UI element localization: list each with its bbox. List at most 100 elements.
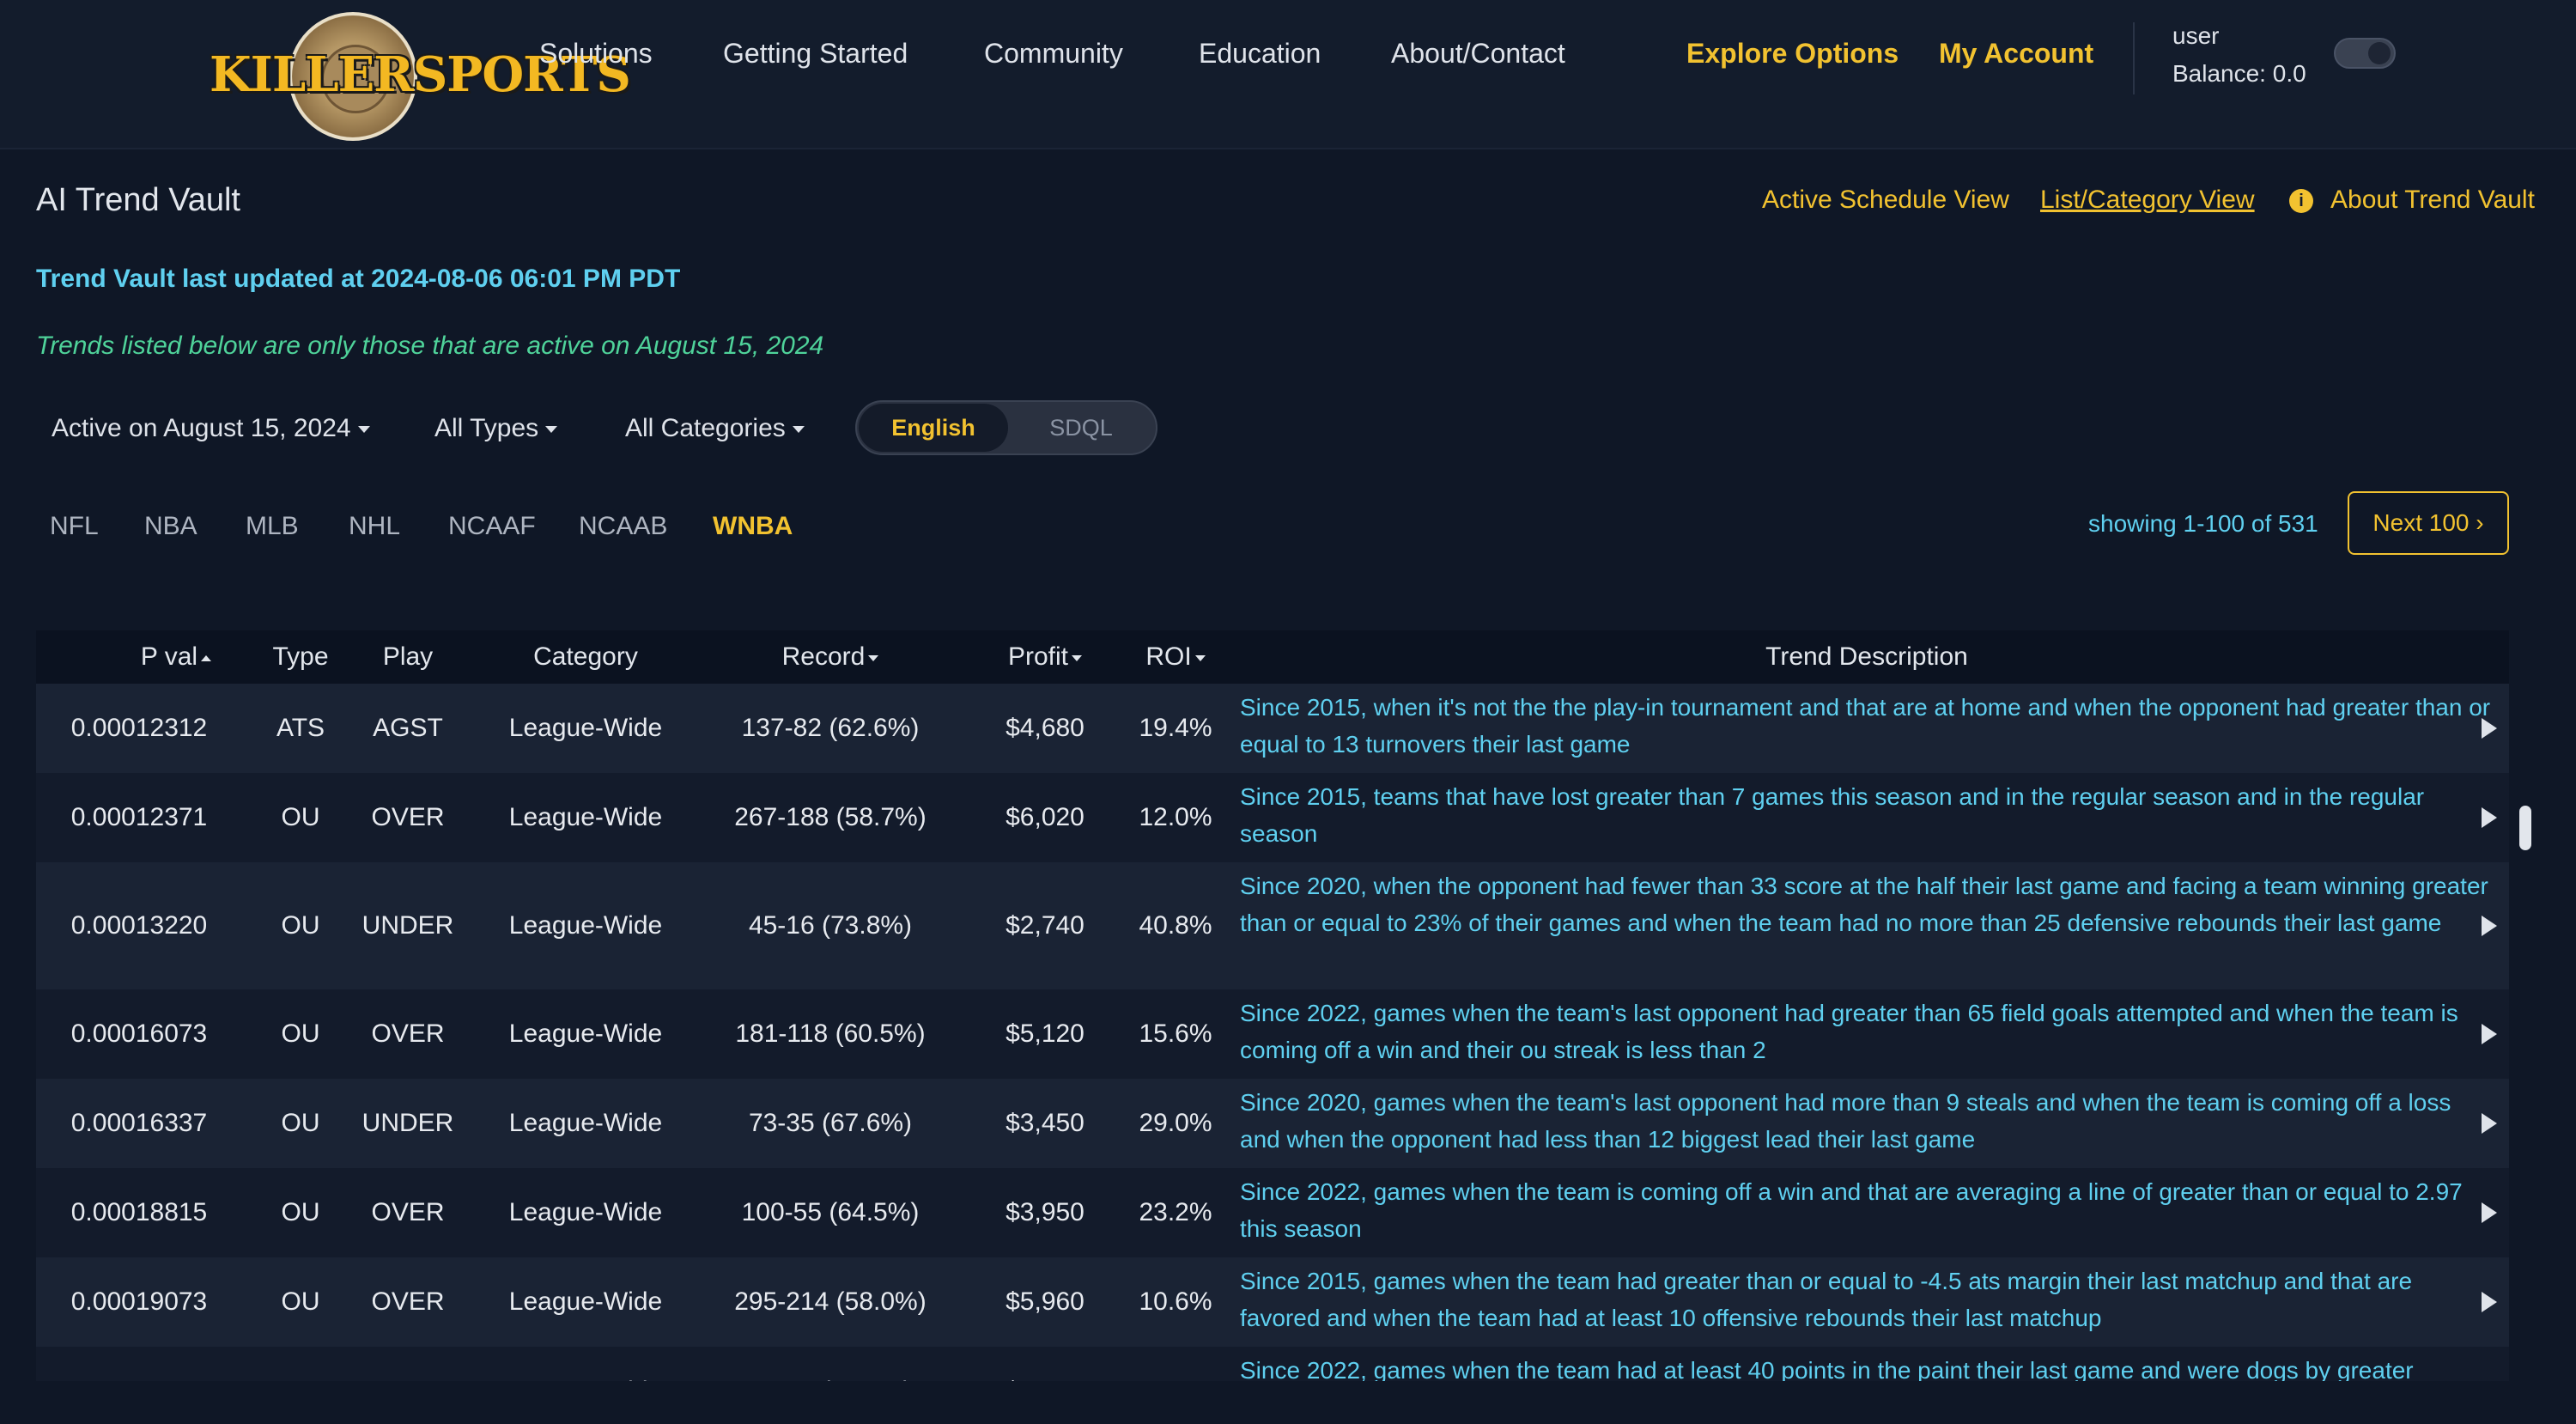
table-row[interactable]: 0.00016337 OU UNDER League-Wide 73-35 (67.6%… — [36, 1079, 2509, 1168]
cell-record: 295-214 (58.0%) — [734, 1287, 927, 1316]
col-roi[interactable]: ROI — [1120, 642, 1231, 672]
cell-description[interactable]: Since 2015, teams that have lost greater… — [1240, 778, 2494, 852]
cell-description[interactable]: Since 2022, games when the team had at l… — [1240, 1352, 2494, 1381]
cell-profit: $6,020 — [1005, 803, 1084, 831]
cell-play: AGST — [373, 714, 443, 742]
cell-category: League-Wide — [508, 803, 663, 831]
pagination-status: showing 1-100 of 531 — [2088, 510, 2318, 537]
col-pval[interactable]: P val — [86, 642, 266, 672]
page-title: AI Trend Vault — [36, 182, 240, 218]
cell-description[interactable]: Since 2022, games when the team is comin… — [1240, 1173, 2494, 1247]
nav-about-contact[interactable]: About/Contact — [1391, 38, 1565, 70]
sort-asc-icon — [201, 654, 212, 661]
table-row[interactable]: 0.00013220 OU UNDER League-Wide 45-16 (73.8%… — [36, 862, 2509, 989]
cell-record: 181-118 (60.5%) — [735, 1019, 926, 1048]
expand-arrow-icon[interactable] — [2482, 1113, 2497, 1134]
theme-toggle[interactable] — [2334, 38, 2396, 69]
next-page-button[interactable]: Next 100 › — [2348, 491, 2509, 555]
cell-roi: 19.4% — [1139, 714, 1212, 742]
top-navbar: KILLERSPORTS Solutions Getting Started C… — [0, 0, 2576, 149]
table-row[interactable]: 0.00012312 ATS AGST League-Wide 137-82 (62.6… — [36, 684, 2509, 773]
cell-profit: $3,450 — [1005, 1109, 1084, 1137]
cell-roi: 34.9% — [1120, 1377, 1231, 1381]
cell-profit: $5,120 — [1005, 1019, 1084, 1048]
nav-my-account[interactable]: My Account — [1939, 38, 2093, 70]
chevron-down-icon — [545, 426, 558, 434]
categories-dropdown-label: All Categories — [625, 414, 786, 442]
nav-community[interactable]: Community — [984, 38, 1123, 70]
cell-profit: $2,740 — [1005, 911, 1084, 940]
cell-type: OU — [281, 1109, 320, 1137]
cell-type: OU — [281, 1019, 320, 1048]
cell-description[interactable]: Since 2015, when it's not the the play-i… — [1240, 689, 2494, 763]
table-row[interactable]: 0.00016073 OU OVER League-Wide 181-118 (60.5… — [36, 989, 2509, 1079]
cell-record: 73-35 (67.6%) — [748, 1109, 913, 1137]
types-dropdown-label: All Types — [434, 414, 539, 442]
cell-category: League-Wide — [508, 1019, 663, 1048]
cell-category: League-Wide — [508, 1109, 663, 1137]
nav-getting-started[interactable]: Getting Started — [723, 38, 908, 70]
last-updated-text: Trend Vault last updated at 2024-08-06 0… — [36, 265, 681, 293]
cell-description[interactable]: Since 2015, games when the team had grea… — [1240, 1263, 2494, 1336]
date-dropdown[interactable]: Active on August 15, 2024 — [52, 414, 370, 443]
tab-ncaaf[interactable]: NCAAF — [448, 512, 536, 541]
cell-pval: 0.00012371 — [70, 803, 208, 831]
col-type: Type — [272, 642, 329, 671]
cell-roi: 29.0% — [1139, 1109, 1212, 1137]
cell-play: OVER — [371, 803, 445, 831]
cell-roi: 23.2% — [1139, 1198, 1212, 1226]
info-icon: i — [2289, 189, 2313, 213]
tab-wnba[interactable]: WNBA — [713, 512, 793, 541]
nav-divider — [2133, 22, 2135, 94]
cell-profit: $2,880 — [981, 1377, 1109, 1381]
table-row[interactable]: 0.00022483 ATSON League-Wide 53-22 (70.7%) $… — [36, 1347, 2509, 1381]
cell-profit: $5,960 — [1005, 1287, 1084, 1316]
col-profit[interactable]: Profit — [981, 642, 1109, 672]
chevron-down-icon — [357, 426, 370, 434]
expand-arrow-icon[interactable] — [2482, 1292, 2497, 1312]
cell-description[interactable]: Since 2020, games when the team's last o… — [1240, 1084, 2494, 1158]
table-row[interactable]: 0.00018815 OU OVER League-Wide 100-55 (64.5%… — [36, 1168, 2509, 1257]
cell-category: League-Wide — [508, 714, 663, 742]
active-schedule-view-link[interactable]: Active Schedule View — [1762, 186, 2009, 215]
expand-arrow-icon[interactable] — [2482, 1024, 2497, 1044]
expand-arrow-icon[interactable] — [2482, 1202, 2497, 1223]
language-sdql-option[interactable]: SDQL — [1008, 404, 1154, 452]
cell-roi: 15.6% — [1139, 1019, 1212, 1048]
tab-nba[interactable]: NBA — [144, 512, 197, 541]
about-trend-vault-link[interactable]: About Trend Vault — [2330, 186, 2535, 215]
cell-roi: 40.8% — [1139, 911, 1212, 940]
cell-description[interactable]: Since 2020, when the opponent had fewer … — [1240, 867, 2494, 941]
nav-education[interactable]: Education — [1199, 38, 1321, 70]
killersports-logo[interactable]: KILLERSPORTS — [210, 12, 631, 141]
nav-solutions[interactable]: Solutions — [539, 38, 653, 70]
col-play: Play — [382, 642, 434, 671]
tab-ncaab[interactable]: NCAAB — [579, 512, 667, 541]
tab-nfl[interactable]: NFL — [50, 512, 99, 541]
cell-play: OVER — [371, 1198, 445, 1226]
tab-mlb[interactable]: MLB — [246, 512, 299, 541]
col-roi-label: ROI — [1145, 642, 1192, 671]
user-balance: Balance: 0.0 — [2172, 60, 2306, 87]
cell-type: OU — [281, 803, 320, 831]
cell-roi: 10.6% — [1139, 1287, 1212, 1316]
categories-dropdown[interactable]: All Categories — [625, 414, 805, 443]
expand-arrow-icon[interactable] — [2482, 807, 2497, 828]
cell-record: 45-16 (73.8%) — [748, 911, 913, 940]
table-row[interactable]: 0.00019073 OU OVER League-Wide 295-214 (58.0… — [36, 1257, 2509, 1347]
list-category-view-link[interactable]: List/Category View — [2040, 186, 2255, 215]
types-dropdown[interactable]: All Types — [434, 414, 558, 443]
col-description: Trend Description — [1765, 642, 1968, 671]
expand-arrow-icon[interactable] — [2482, 916, 2497, 936]
cell-category: League-Wide — [508, 911, 663, 940]
col-record[interactable]: Record — [723, 642, 938, 672]
table-row[interactable]: 0.00012371 OU OVER League-Wide 267-188 (58.7… — [36, 773, 2509, 862]
cell-record: 137-82 (62.6%) — [741, 714, 920, 742]
scrollbar-thumb[interactable] — [2519, 806, 2531, 850]
expand-arrow-icon[interactable] — [2482, 718, 2497, 739]
cell-category: League-Wide — [508, 1198, 663, 1226]
language-english-option[interactable]: English — [859, 404, 1008, 452]
cell-description[interactable]: Since 2022, games when the team's last o… — [1240, 995, 2494, 1068]
nav-explore-options[interactable]: Explore Options — [1686, 38, 1899, 70]
tab-nhl[interactable]: NHL — [349, 512, 400, 541]
